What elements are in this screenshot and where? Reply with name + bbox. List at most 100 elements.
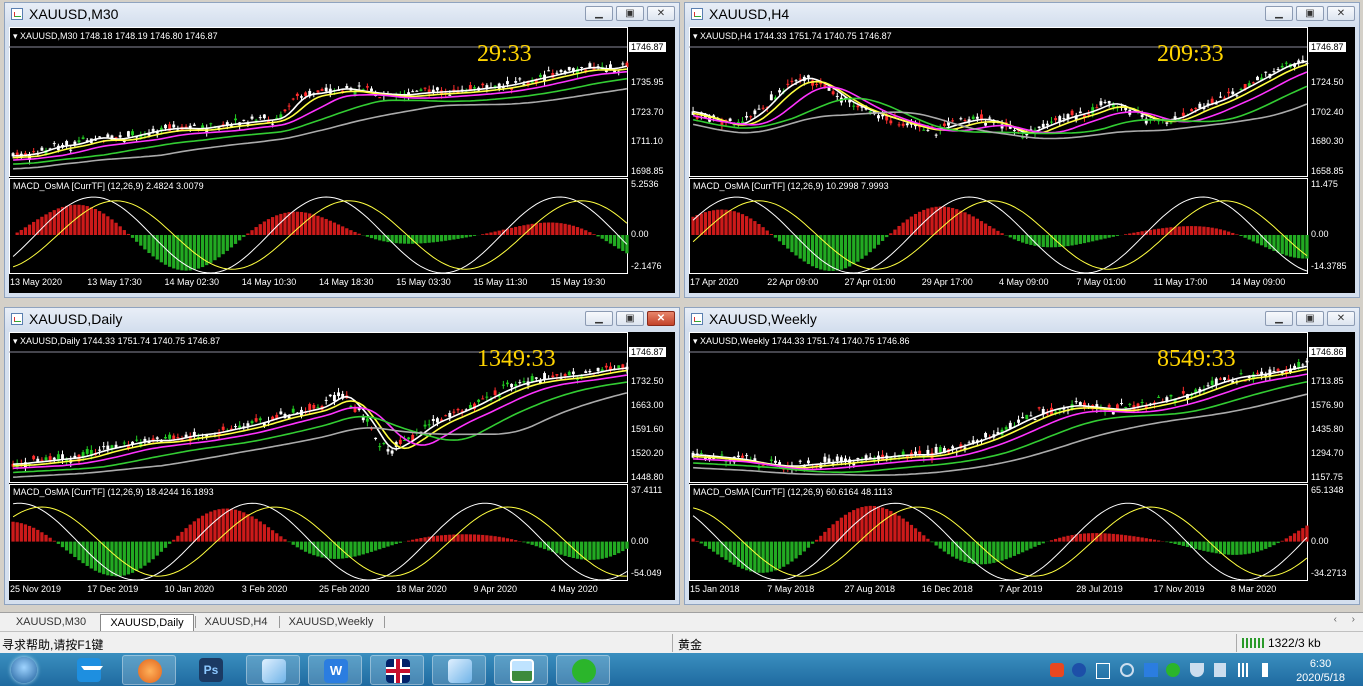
taskbar-app-photoshop[interactable]: Ps [184,655,238,685]
candle-body [1301,364,1305,366]
candle-body [1218,96,1222,98]
chart-area[interactable]: ▾ XAUUSD,Daily 1744.33 1751.74 1740.75 1… [9,332,675,600]
tab-xauusd-daily[interactable]: XAUUSD,Daily [100,614,194,631]
close-button[interactable]: ✕ [647,311,675,326]
macd-histogram-bar [1103,235,1107,239]
chart-svg[interactable] [9,27,675,293]
maximize-button[interactable]: ▣ [616,311,644,326]
macd-histogram-bar [782,235,786,245]
macd-histogram-bar [1033,541,1037,547]
macd-histogram-bar [1099,235,1103,240]
macd-histogram-bar [885,509,889,542]
window-title: XAUUSD,H4 [709,6,790,22]
macd-histogram-bar [753,221,757,235]
chart-area[interactable]: ▾ XAUUSD,Weekly 1744.33 1751.74 1740.75 … [689,332,1355,600]
price-tick-label: 1658.85 [1311,166,1344,176]
candle-body [168,434,172,439]
chart-svg[interactable] [9,332,675,600]
title-bar[interactable]: XAUUSD,Weekly ▁ ▣ ✕ [685,308,1359,330]
taskbar-app-wechat[interactable] [556,655,610,685]
macd-histogram-bar [353,541,357,557]
tab-xauusd-m30[interactable]: XAUUSD,M30 [6,614,96,630]
minimize-button[interactable]: ▁ [585,311,613,326]
macd-histogram-bar [777,235,782,242]
network-icon[interactable] [1120,663,1134,677]
taskbar-app-browser[interactable] [62,655,116,685]
shield-icon[interactable] [1190,663,1204,677]
close-button[interactable]: ✕ [1327,6,1355,21]
chart-area[interactable]: ▾ XAUUSD,M30 1748.18 1748.19 1746.80 174… [9,27,675,293]
title-bar[interactable]: XAUUSD,M30 ▁ ▣ ✕ [5,3,679,25]
macd-histogram-bar [575,227,580,235]
signal-strength-icon[interactable] [1238,663,1252,677]
candle-body [283,109,287,112]
candle-body [1218,378,1222,380]
close-button[interactable]: ✕ [647,6,675,21]
chart-svg[interactable] [689,27,1355,293]
maximize-button[interactable]: ▣ [1296,6,1324,21]
maximize-button[interactable]: ▣ [616,6,644,21]
macd-histogram-bar [1297,530,1301,542]
minimize-button[interactable]: ▁ [1265,311,1293,326]
date-tick-label: 7 May 2018 [767,584,815,594]
macd-histogram-bar [159,541,164,552]
moving-average-line [693,381,1308,474]
macd-histogram-bar [1268,541,1272,548]
title-bar[interactable]: XAUUSD,H4 ▁ ▣ ✕ [685,3,1359,25]
chart-window-m30[interactable]: XAUUSD,M30 ▁ ▣ ✕ ▾ XAUUSD,M30 1748.18 17… [4,2,680,298]
start-button[interactable] [4,655,44,685]
candle-body [745,455,749,457]
macd-histogram-bar [1082,533,1087,542]
title-bar[interactable]: XAUUSD,Daily ▁ ▣ ✕ [5,308,679,330]
chart-window-h4[interactable]: XAUUSD,H4 ▁ ▣ ✕ ▾ XAUUSD,H4 1744.33 1751… [684,2,1360,298]
help-icon[interactable] [1072,663,1086,677]
candle-body [172,435,176,440]
chart-svg[interactable] [689,332,1355,600]
minimize-button[interactable]: ▁ [585,6,613,21]
macd-histogram-bar [36,529,40,542]
macd-histogram-bar [369,541,374,552]
tab-scroll-left-icon[interactable]: ‹ [1334,614,1337,625]
candle-body [1124,407,1128,409]
macd-histogram-bar [559,541,563,555]
candle-body [324,87,328,92]
candle-body [798,460,802,462]
candle-body [164,124,167,129]
taskbar-app-image-viewer[interactable] [494,655,548,685]
chart-window-daily[interactable]: XAUUSD,Daily ▁ ▣ ✕ ▾ XAUUSD,Daily 1744.3… [4,307,680,605]
candle-body [1276,68,1280,70]
macd-histogram-bar [934,541,938,546]
volume-icon[interactable] [1262,663,1276,677]
date-tick-label: 15 May 11:30 [473,277,528,287]
macd-histogram-bar [159,235,164,263]
candle-body [741,455,744,458]
tab-scroll-right-icon[interactable]: › [1352,614,1355,625]
macd-histogram-bar [1091,235,1095,242]
system-clock[interactable]: 6:30 2020/5/18 [1296,657,1345,685]
macd-histogram-bar [497,230,501,235]
macd-histogram-bar [398,235,402,244]
wechat-tray-icon[interactable] [1166,663,1180,677]
tab-xauusd-weekly[interactable]: XAUUSD,Weekly [282,614,380,630]
chart-window-weekly[interactable]: XAUUSD,Weekly ▁ ▣ ✕ ▾ XAUUSD,Weekly 1744… [684,307,1360,605]
usb-icon[interactable] [1214,663,1226,677]
macd-histogram-bar [526,541,530,544]
candle-body [778,462,782,465]
sogou-ime-icon[interactable] [1050,663,1064,677]
macd-histogram-bar [831,235,835,271]
taskbar-app-music[interactable] [122,655,176,685]
tab-xauusd-h4[interactable]: XAUUSD,H4 [198,614,274,630]
date-tick-label: 14 May 09:00 [1230,277,1286,287]
taskbar-app-chart-tool[interactable] [246,655,300,685]
security-icon[interactable] [1144,663,1158,677]
candle-body [934,446,938,454]
input-method-icon[interactable] [1096,663,1110,679]
taskbar-app-uk-flag[interactable] [370,655,424,685]
chart-area[interactable]: ▾ XAUUSD,H4 1744.33 1751.74 1740.75 1746… [689,27,1355,293]
minimize-button[interactable]: ▁ [1265,6,1293,21]
taskbar-app-metatrader[interactable] [432,655,486,685]
macd-histogram-bar [1301,235,1305,259]
close-button[interactable]: ✕ [1327,311,1355,326]
taskbar-app-wps[interactable]: W [308,655,362,685]
maximize-button[interactable]: ▣ [1296,311,1324,326]
